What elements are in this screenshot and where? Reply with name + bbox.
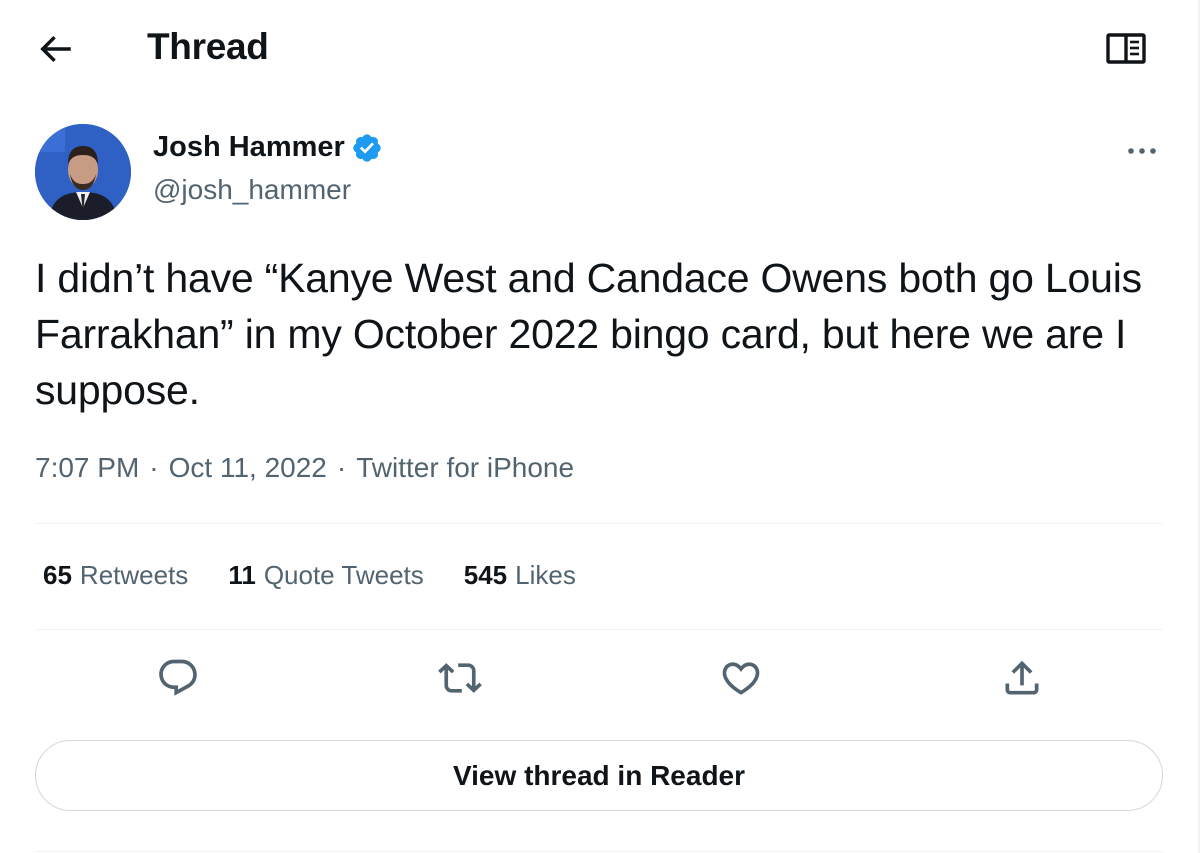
tweet-text: I didn’t have “Kanye West and Candace Ow… (35, 255, 1142, 413)
divider (35, 629, 1163, 630)
tweet-date[interactable]: Oct 11, 2022 (169, 452, 327, 484)
more-options-button[interactable] (1122, 136, 1162, 166)
quote-tweets-count: 11 (228, 560, 256, 590)
reply-button[interactable] (156, 656, 200, 700)
tweet-stats: 65 Retweets 11 Quote Tweets 545 Likes (43, 560, 576, 591)
author-name-row: Josh Hammer (153, 131, 383, 164)
heart-icon (722, 662, 760, 695)
tweet-source[interactable]: Twitter for iPhone (356, 452, 574, 484)
header: Thread (0, 0, 1200, 100)
share-button[interactable] (1000, 656, 1044, 700)
author-name[interactable]: Josh Hammer (153, 131, 345, 164)
retweets-count: 65 (43, 560, 72, 590)
tweet-time[interactable]: 7:07 PM (35, 452, 139, 484)
reader-mode-icon (1106, 33, 1146, 64)
verified-badge-icon (351, 132, 383, 164)
quote-tweets-label: Quote Tweets (263, 560, 424, 590)
retweets-stat[interactable]: 65 Retweets (43, 560, 188, 591)
share-icon (1005, 660, 1039, 695)
more-dots-icon (1128, 148, 1156, 154)
author-handle[interactable]: @josh_hammer (153, 174, 351, 206)
arrow-left-icon (40, 35, 71, 63)
tweet-meta: 7:07 PM · Oct 11, 2022 · Twitter for iPh… (35, 452, 574, 484)
like-button[interactable] (719, 656, 763, 700)
page-title: Thread (147, 26, 269, 67)
likes-label: Likes (515, 560, 576, 590)
back-button[interactable] (34, 28, 76, 70)
thread-page: Thread Josh Hammer @josh_hammer I didn’t… (0, 0, 1200, 853)
reader-mode-button[interactable] (1104, 30, 1148, 68)
quote-tweets-stat[interactable]: 11 Quote Tweets (228, 560, 423, 591)
likes-stat[interactable]: 545 Likes (464, 560, 576, 591)
retweet-icon (438, 663, 482, 693)
likes-count: 545 (463, 560, 508, 590)
divider (35, 851, 1163, 852)
avatar[interactable] (35, 124, 131, 220)
retweet-button[interactable] (438, 656, 482, 700)
meta-separator: · (149, 452, 159, 483)
retweets-label: Retweets (79, 560, 189, 590)
divider (35, 523, 1163, 524)
reply-icon (159, 659, 197, 696)
view-thread-in-reader-button[interactable]: View thread in Reader (35, 740, 1163, 811)
meta-separator: · (336, 452, 347, 483)
